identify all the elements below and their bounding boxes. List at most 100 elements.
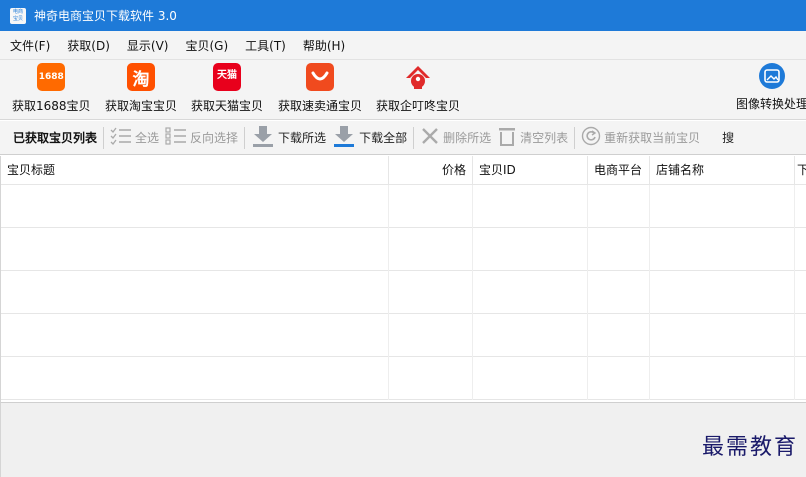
table-header: 宝贝标题 价格 宝贝ID 电商平台 店铺名称 下 <box>1 156 806 185</box>
table-row[interactable] <box>1 357 806 400</box>
table-row[interactable] <box>1 185 806 228</box>
checklist-icon <box>110 127 132 148</box>
window-title: 神奇电商宝贝下载软件 3.0 <box>34 9 177 23</box>
table-cell <box>1 357 389 400</box>
table-cell <box>588 314 650 357</box>
get-tmall-button[interactable]: 天猫 获取天猫宝贝 <box>191 63 263 119</box>
menu-bar: 文件(F) 获取(D) 显示(V) 宝贝(G) 工具(T) 帮助(H) <box>0 31 806 59</box>
clear-list-button[interactable]: 清空列表 <box>497 126 568 149</box>
status-area: 最需教育 <box>0 402 806 477</box>
get-1688-label: 获取1688宝贝 <box>12 99 91 113</box>
image-convert-label: 图像转换处理 <box>736 97 806 111</box>
qidingdong-icon <box>404 63 432 91</box>
get-taobao-label: 获取淘宝宝贝 <box>105 99 178 113</box>
item-table: 宝贝标题 价格 宝贝ID 电商平台 店铺名称 下 <box>0 156 806 402</box>
get-taobao-button[interactable]: 淘 获取淘宝宝贝 <box>105 63 177 119</box>
table-cell <box>650 271 795 314</box>
table-row[interactable] <box>1 314 806 357</box>
download-selected-button[interactable]: 下载所选 <box>251 125 326 150</box>
column-header-id[interactable]: 宝贝ID <box>473 156 588 185</box>
delete-selected-button[interactable]: 删除所选 <box>420 126 491 149</box>
menu-view[interactable]: 显示(V) <box>127 37 169 54</box>
table-cell <box>473 357 588 400</box>
close-icon <box>420 126 440 149</box>
table-cell <box>795 271 806 314</box>
column-header-platform[interactable]: 电商平台 <box>588 156 650 185</box>
table-cell <box>650 228 795 271</box>
table-cell <box>795 228 806 271</box>
divider <box>244 126 246 149</box>
menu-file[interactable]: 文件(F) <box>10 37 50 54</box>
list-toolbar: 已获取宝贝列表 全选 反向选择 下载所选 下载全部 删除所选 清空列表 重新获取… <box>0 121 806 155</box>
main-toolbar: 1688 获取1688宝贝 淘 获取淘宝宝贝 天猫 获取天猫宝贝 获取速卖通宝贝… <box>0 59 806 120</box>
invert-select-button[interactable]: 反向选择 <box>165 127 238 148</box>
title-bar: 电商 宝贝 神奇电商宝贝下载软件 3.0 <box>0 0 806 31</box>
reacquire-button[interactable]: 重新获取当前宝贝 <box>581 126 700 149</box>
table-cell <box>650 357 795 400</box>
tmall-icon: 天猫 <box>213 63 241 91</box>
table-cell <box>588 228 650 271</box>
menu-help[interactable]: 帮助(H) <box>303 37 345 54</box>
table-cell <box>588 271 650 314</box>
column-header-more[interactable]: 下 <box>795 156 806 185</box>
column-header-title[interactable]: 宝贝标题 <box>1 156 389 185</box>
get-aliexpress-button[interactable]: 获取速卖通宝贝 <box>278 63 362 119</box>
download-all-label: 下载全部 <box>359 131 408 145</box>
table-cell <box>795 357 806 400</box>
aliexpress-icon <box>306 63 334 91</box>
table-row[interactable] <box>1 228 806 271</box>
watermark: 最需教育 <box>701 435 798 460</box>
menu-items[interactable]: 宝贝(G) <box>185 37 228 54</box>
table-cell <box>1 271 389 314</box>
table-cell <box>795 314 806 357</box>
menu-acquire[interactable]: 获取(D) <box>67 37 110 54</box>
image-convert-button[interactable]: 图像转换处理 <box>736 63 806 119</box>
table-cell <box>473 228 588 271</box>
download-all-icon <box>332 125 356 150</box>
table-cell <box>473 271 588 314</box>
divider <box>103 126 105 149</box>
table-cell <box>389 314 473 357</box>
table-cell <box>1 314 389 357</box>
download-icon <box>251 125 275 150</box>
clear-list-label: 清空列表 <box>520 131 569 145</box>
trash-icon <box>497 126 517 149</box>
table-cell <box>389 271 473 314</box>
reacquire-label: 重新获取当前宝贝 <box>604 131 701 145</box>
refresh-icon <box>581 126 601 149</box>
table-cell <box>389 228 473 271</box>
table-cell <box>588 185 650 228</box>
search-label[interactable]: 搜 <box>722 129 734 146</box>
taobao-icon: 淘 <box>127 63 155 91</box>
table-cell <box>650 314 795 357</box>
table-cell <box>795 185 806 228</box>
column-header-price[interactable]: 价格 <box>389 156 473 185</box>
get-qidingdong-button[interactable]: 获取企叮咚宝贝 <box>376 63 460 119</box>
download-all-button[interactable]: 下载全部 <box>332 125 407 150</box>
divider <box>413 126 415 149</box>
table-cell <box>1 185 389 228</box>
get-qidingdong-label: 获取企叮咚宝贝 <box>376 99 461 113</box>
list-title: 已获取宝贝列表 <box>13 131 98 145</box>
delete-selected-label: 删除所选 <box>443 131 492 145</box>
select-all-label: 全选 <box>135 131 160 145</box>
table-cell <box>650 185 795 228</box>
column-header-shop[interactable]: 店铺名称 <box>650 156 795 185</box>
get-tmall-label: 获取天猫宝贝 <box>191 99 264 113</box>
table-cell <box>1 228 389 271</box>
table-row[interactable] <box>1 271 806 314</box>
table-cell <box>389 357 473 400</box>
invert-select-label: 反向选择 <box>190 131 239 145</box>
get-1688-button[interactable]: 1688 获取1688宝贝 <box>12 63 91 119</box>
menu-tools[interactable]: 工具(T) <box>245 37 286 54</box>
download-selected-label: 下载所选 <box>278 131 327 145</box>
table-cell <box>473 185 588 228</box>
select-all-button[interactable]: 全选 <box>110 127 159 148</box>
table-cell <box>588 357 650 400</box>
get-aliexpress-label: 获取速卖通宝贝 <box>278 99 363 113</box>
app-icon: 电商 宝贝 <box>10 7 26 24</box>
divider <box>574 126 576 149</box>
table-cell <box>473 314 588 357</box>
invert-list-icon <box>165 127 187 148</box>
table-cell <box>389 185 473 228</box>
